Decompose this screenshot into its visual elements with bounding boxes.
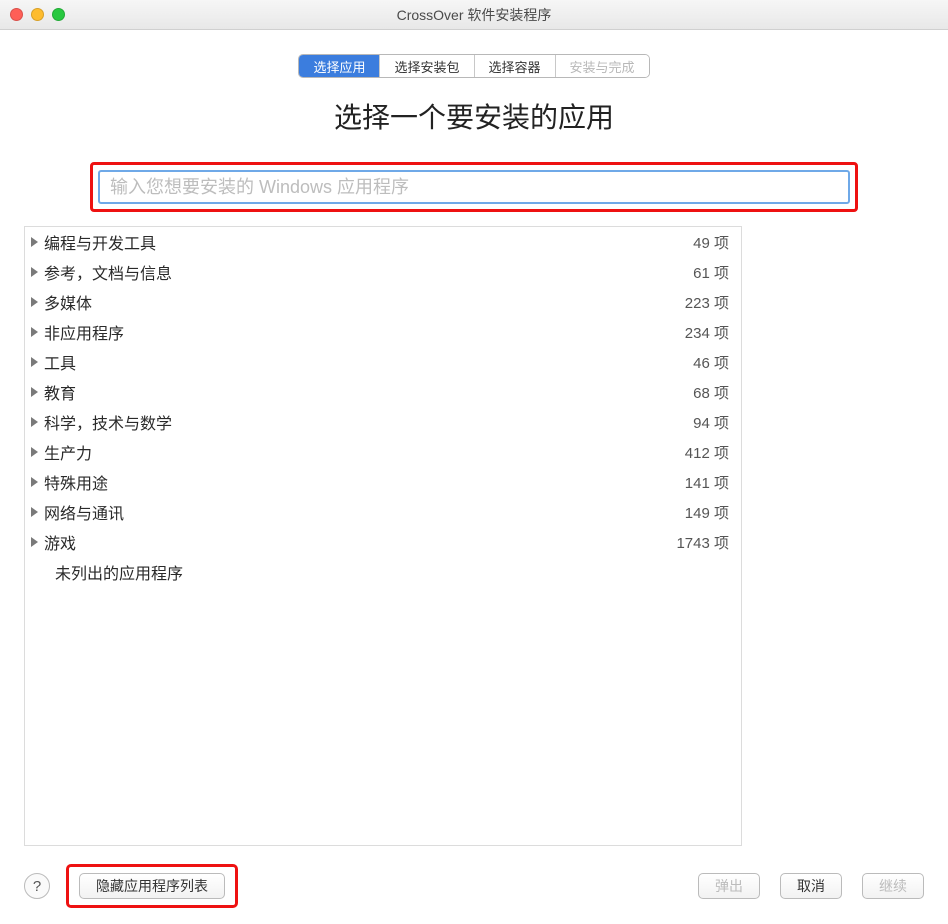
category-label: 游戏 <box>44 530 676 554</box>
disclosure-triangle-icon[interactable] <box>31 267 38 277</box>
step-segmented-control: 选择应用选择安装包选择容器安装与完成 <box>0 54 948 78</box>
disclosure-triangle-icon[interactable] <box>31 417 38 427</box>
category-label: 特殊用途 <box>44 470 685 494</box>
category-row[interactable]: 多媒体223 项 <box>25 287 741 317</box>
category-count: 412 项 <box>685 442 729 463</box>
category-row[interactable]: 工具46 项 <box>25 347 741 377</box>
category-row[interactable]: 特殊用途141 项 <box>25 467 741 497</box>
help-button[interactable]: ? <box>24 873 50 899</box>
step-tab-3: 安装与完成 <box>556 55 649 77</box>
category-row[interactable]: 科学，技术与数学94 项 <box>25 407 741 437</box>
disclosure-triangle-icon[interactable] <box>31 357 38 367</box>
disclosure-triangle-icon[interactable] <box>31 387 38 397</box>
step-tab-0[interactable]: 选择应用 <box>299 55 380 77</box>
category-label: 生产力 <box>44 440 685 464</box>
category-count: 46 项 <box>693 352 729 373</box>
search-input[interactable] <box>98 170 850 204</box>
category-label: 科学，技术与数学 <box>44 410 693 434</box>
disclosure-triangle-icon[interactable] <box>31 327 38 337</box>
category-count: 149 项 <box>685 502 729 523</box>
disclosure-triangle-icon[interactable] <box>31 477 38 487</box>
category-label: 工具 <box>44 350 693 374</box>
category-count: 223 项 <box>685 292 729 313</box>
eject-button: 弹出 <box>698 873 760 899</box>
titlebar: CrossOver 软件安装程序 <box>0 0 948 30</box>
category-count: 49 项 <box>693 232 729 253</box>
category-count: 61 项 <box>693 262 729 283</box>
category-row[interactable]: 编程与开发工具49 项 <box>25 227 741 257</box>
category-label: 参考，文档与信息 <box>44 260 693 284</box>
category-row[interactable]: 生产力412 项 <box>25 437 741 467</box>
category-label: 网络与通讯 <box>44 500 685 524</box>
page-headline: 选择一个要安装的应用 <box>0 96 948 136</box>
category-count: 234 项 <box>685 322 729 343</box>
continue-button: 继续 <box>862 873 924 899</box>
category-count: 1743 项 <box>676 532 729 553</box>
category-list[interactable]: 编程与开发工具49 项参考，文档与信息61 项多媒体223 项非应用程序234 … <box>24 226 742 846</box>
category-count: 141 项 <box>685 472 729 493</box>
category-label: 教育 <box>44 380 693 404</box>
disclosure-triangle-icon[interactable] <box>31 297 38 307</box>
footer: ? 隐藏应用程序列表 弹出 取消 继续 <box>0 864 948 908</box>
category-label: 多媒体 <box>44 290 685 314</box>
search-highlight-box <box>90 162 858 212</box>
disclosure-triangle-icon[interactable] <box>31 447 38 457</box>
category-row[interactable]: 参考，文档与信息61 项 <box>25 257 741 287</box>
cancel-button[interactable]: 取消 <box>780 873 842 899</box>
category-row[interactable]: 非应用程序234 项 <box>25 317 741 347</box>
category-label: 编程与开发工具 <box>44 230 693 254</box>
category-row[interactable]: 教育68 项 <box>25 377 741 407</box>
category-label: 非应用程序 <box>44 320 685 344</box>
window-title: CrossOver 软件安装程序 <box>0 5 948 25</box>
disclosure-triangle-icon[interactable] <box>31 507 38 517</box>
hide-app-list-button[interactable]: 隐藏应用程序列表 <box>79 873 225 899</box>
unlisted-apps-row[interactable]: 未列出的应用程序 <box>25 557 741 587</box>
disclosure-triangle-icon[interactable] <box>31 537 38 547</box>
category-row[interactable]: 网络与通讯149 项 <box>25 497 741 527</box>
step-tab-2[interactable]: 选择容器 <box>475 55 556 77</box>
category-count: 94 项 <box>693 412 729 433</box>
category-count: 68 项 <box>693 382 729 403</box>
disclosure-triangle-icon[interactable] <box>31 237 38 247</box>
step-tab-1[interactable]: 选择安装包 <box>380 55 474 77</box>
hide-list-highlight-box: 隐藏应用程序列表 <box>66 864 238 908</box>
category-row[interactable]: 游戏1743 项 <box>25 527 741 557</box>
